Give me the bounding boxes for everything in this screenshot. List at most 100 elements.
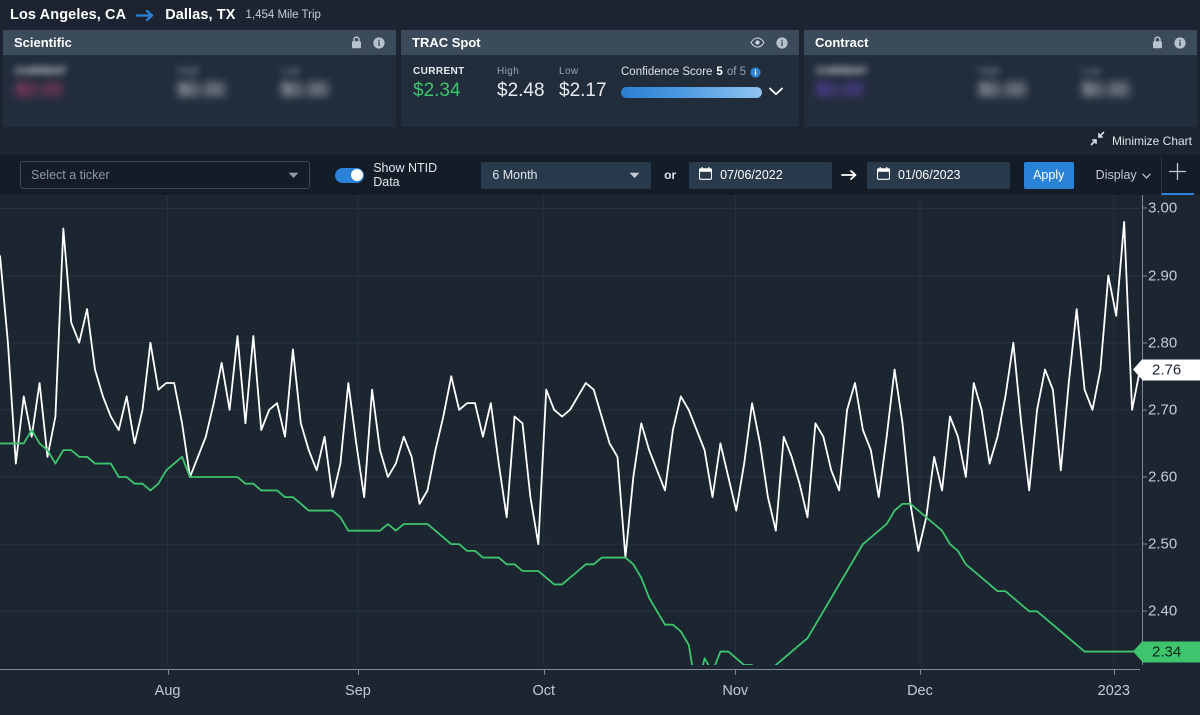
card-scientific-title: Scientific	[14, 35, 72, 50]
chart-series-line-0	[0, 220, 1140, 559]
x-axis-tick-mark	[167, 669, 169, 675]
confidence-score-max: of 5	[726, 66, 747, 78]
x-axis-tick-label: Oct	[532, 683, 556, 699]
route-distance: 1,454 Mile Trip	[245, 9, 321, 21]
metric-low-label: Low	[280, 66, 301, 77]
card-scientific-header: Scientific	[3, 30, 396, 55]
metric-high-label: High	[978, 66, 1001, 77]
route-origin: Los Angeles, CA	[10, 7, 127, 23]
card-contract[interactable]: Contract CURRENT $0.00 High $0.00 Low $0…	[804, 30, 1197, 127]
minimize-chart-label[interactable]: Minimize Chart	[1112, 134, 1192, 148]
y-axis-line	[1142, 195, 1143, 665]
x-axis-tick-mark	[919, 669, 921, 675]
apply-button[interactable]: Apply	[1023, 161, 1074, 189]
metric-current: CURRENT $0.00	[816, 66, 978, 102]
crosshair-tool-button[interactable]	[1160, 155, 1194, 195]
display-menu-label: Display	[1095, 168, 1137, 182]
calendar-icon	[876, 167, 891, 183]
metric-current-value: $0.00	[15, 80, 63, 101]
or-label: or	[664, 168, 677, 182]
metric-current-value: $2.34	[413, 80, 461, 101]
y-axis-tick-label: 3.00	[1148, 199, 1178, 217]
metric-current: CURRENT $0.00	[15, 66, 177, 102]
card-trac-spot-body: CURRENT $2.34 High $2.48 Low $2.17 Confi…	[401, 55, 799, 127]
y-axis-tick-mark	[1142, 610, 1147, 612]
metric-low: Low $2.17	[559, 66, 621, 102]
end-date-input[interactable]: 01/06/2023	[866, 161, 1010, 189]
route-header: Los Angeles, CA Dallas, TX 1,454 Mile Tr…	[0, 0, 1200, 30]
chevron-down-icon	[629, 168, 640, 182]
y-axis-tick-label: 2.60	[1148, 468, 1178, 486]
x-axis-tick-mark	[1113, 669, 1115, 675]
date-range-select[interactable]: 6 Month	[481, 161, 652, 189]
metric-current: CURRENT $2.34	[413, 66, 497, 102]
metric-high: High $0.00	[978, 66, 1081, 102]
card-contract-header: Contract	[804, 30, 1197, 55]
x-axis-tick-mark	[735, 669, 737, 675]
x-axis-tick-label: Dec	[907, 683, 933, 699]
arrow-right-icon	[841, 169, 858, 181]
x-axis-tick-label: Nov	[722, 683, 749, 699]
rate-card-row: Scientific CURRENT $0.00 High $0.00 Low …	[0, 30, 1200, 127]
plus-crosshair-icon	[1168, 162, 1187, 186]
calendar-icon	[699, 167, 713, 183]
display-menu[interactable]: Display	[1096, 168, 1151, 182]
card-contract-body: CURRENT $0.00 High $0.00 Low $0.00	[804, 55, 1197, 127]
end-date-value: 01/06/2023	[897, 168, 961, 182]
info-icon[interactable]	[373, 36, 385, 49]
metric-high-label: High	[177, 66, 200, 77]
x-axis-tick-label: 2023	[1097, 683, 1130, 699]
confidence-score-value: 5	[716, 66, 723, 78]
show-ntid-data-toggle[interactable]	[334, 167, 365, 183]
y-axis: 3.00 2.90 2.80 2.70 2.60 2.50 2.40 2.76 2.34	[1133, 195, 1200, 665]
metric-current-label: CURRENT	[816, 66, 868, 77]
info-icon[interactable]	[1174, 36, 1186, 49]
x-axis-tick-mark	[357, 669, 359, 675]
lock-icon[interactable]	[1152, 36, 1163, 49]
y-axis-tick-mark	[1142, 476, 1147, 478]
confidence-score-block: Confidence Score 5 of 5	[621, 66, 787, 101]
eye-icon[interactable]	[750, 37, 765, 48]
y-axis-tick-label: 2.50	[1148, 535, 1178, 553]
metric-high-value: $0.00	[177, 80, 225, 101]
chevron-down-icon	[288, 168, 299, 182]
ntid-toggle-wrap[interactable]: Show NTID Data	[334, 161, 459, 189]
metric-low: Low $0.00	[1082, 66, 1185, 102]
metric-high: High $2.48	[497, 66, 559, 102]
metric-low-label: Low	[559, 66, 579, 77]
minimize-arrows-icon[interactable]	[1090, 131, 1105, 151]
metric-high-value: $0.00	[978, 80, 1026, 101]
show-ntid-data-label: Show NTID Data	[373, 161, 438, 189]
metric-low: Low $0.00	[281, 66, 384, 102]
chevron-down-icon	[1141, 168, 1151, 182]
ticker-select-placeholder: Select a ticker	[31, 168, 110, 182]
chevron-down-icon[interactable]	[769, 83, 783, 101]
lock-icon[interactable]	[351, 36, 362, 49]
metric-low-value: $0.00	[280, 80, 329, 101]
info-icon[interactable]	[776, 36, 788, 49]
start-date-value: 07/06/2022	[720, 168, 783, 182]
y-axis-tick-label: 2.70	[1148, 401, 1178, 419]
minimize-chart-bar: Minimize Chart	[0, 127, 1200, 155]
date-range-value: 6 Month	[492, 168, 538, 182]
y-axis-tick-mark	[1142, 543, 1147, 545]
arrow-right-icon	[136, 9, 155, 22]
chart-plot-area[interactable]	[0, 195, 1140, 665]
metric-high-value: $2.48	[497, 80, 545, 101]
metric-high: High $0.00	[177, 66, 280, 102]
metric-current-label: CURRENT	[413, 66, 465, 77]
x-axis-tick-mark	[543, 669, 545, 675]
x-axis-line	[0, 669, 1140, 670]
card-trac-spot[interactable]: TRAC Spot CURRENT $2.34 High $2.48 Low $…	[401, 30, 799, 127]
info-icon[interactable]	[750, 66, 761, 78]
start-date-input[interactable]: 07/06/2022	[689, 161, 832, 189]
y-axis-tick-mark	[1142, 342, 1147, 344]
card-scientific[interactable]: Scientific CURRENT $0.00 High $0.00 Low …	[3, 30, 396, 127]
y-axis-tick-label: 2.90	[1148, 267, 1178, 285]
ticker-select[interactable]: Select a ticker	[20, 161, 310, 189]
x-axis-tick-label: Aug	[154, 683, 181, 699]
metric-low-value: $2.17	[559, 80, 607, 101]
y-axis-tick-mark	[1142, 409, 1147, 411]
x-axis: Aug Sep Oct Nov Dec 2023	[0, 669, 1140, 715]
rate-chart[interactable]: FREIGHT WAVES SONAR 3.00 2.90 2.80 2.70 2.60 2…	[0, 195, 1200, 715]
